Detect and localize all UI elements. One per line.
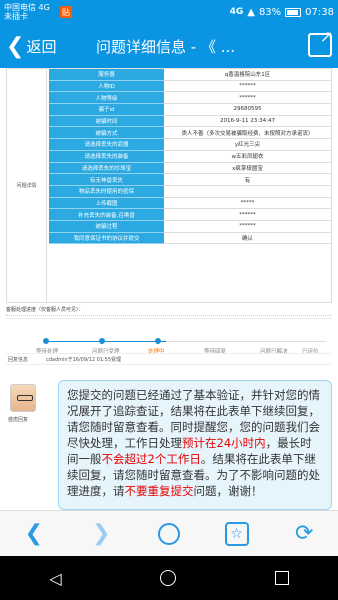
table-row: 物品丢失时使用的密保 — [49, 185, 331, 198]
carrier-label: 中国电信 4G — [4, 3, 50, 12]
table-row: 服务器 q香温格院山东1区 — [49, 69, 331, 81]
progress-dot — [99, 338, 105, 344]
row-key: 我同意保证书的协议并提交 — [49, 232, 164, 245]
row-key: 人物ID — [49, 80, 164, 93]
browser-toolbar: ❮ ❯ ☆ ⟳ — [0, 510, 338, 556]
table-row: 请选择丢失的装备 w五彩凤翅衣 — [49, 150, 331, 163]
row-value: 确认 — [164, 233, 331, 245]
row-key: 上传截图 — [49, 197, 164, 210]
carrier-info: 中国电信 4G 未插卡 — [4, 3, 50, 21]
info-table-wrapper: 问题详情 服务器 q香温格院山东1区 人物ID ****** 人物等级 ****** 骗子i… — [6, 68, 332, 303]
table-row: 骗子id 29680595 — [49, 104, 331, 116]
row-key: 请选择丢失的装备 — [49, 150, 164, 163]
table-row: 上传截图 ***** — [49, 197, 331, 210]
msg-part-5: 问题，谢谢！ — [193, 484, 263, 498]
msg-highlight-3: 不要重复提交 — [124, 484, 194, 498]
table-row: 我同意保证书的协议并提交 确认 — [49, 232, 331, 245]
row-value: 类人不善（多次交易被骗取经费、未按照对方承诺流） — [164, 127, 331, 140]
progress-line-done — [46, 341, 166, 342]
table-row: 被骗方式 类人不善（多次交易被骗取经费、未按照对方承诺流） — [49, 127, 331, 140]
row-key: 人物等级 — [49, 92, 164, 105]
star-icon[interactable]: ☆ — [203, 511, 271, 556]
nav-bar: ❮ 返回 问题详细信息 - 《 ... — [0, 24, 338, 68]
chevron-right-icon[interactable]: ❯ — [68, 511, 136, 556]
notification-badge: 贴 — [59, 6, 72, 18]
info-table: 服务器 q香温格院山东1区 人物ID ****** 人物等级 ****** 骗子id 2968… — [49, 69, 331, 245]
table-row: 补充丢失的装备,召唤兽 ****** — [49, 209, 331, 221]
row-value: ***** — [164, 198, 331, 210]
row-value: y红光三尖 — [164, 139, 331, 151]
clock: 07:38 — [305, 6, 334, 18]
row-value: 2016-9-11 23:34:47 — [164, 116, 331, 128]
row-value: 29680595 — [164, 104, 331, 116]
message-block: 盛唐回复 您提交的问题已经通过了基本验证，并针对您的情况展开了追踪查证，结果将在… — [6, 380, 332, 510]
search-comment-icon[interactable] — [135, 511, 203, 556]
back-button[interactable]: ❮ 返回 — [0, 34, 56, 59]
reply-label: 回复信息 — [8, 356, 29, 363]
reply-text: cdadmin于16/09/12 01:55受理 — [46, 356, 122, 363]
row-key: 物品丢失时使用的密保 — [49, 185, 164, 198]
progress-section-label: 客服处理进度（仅客服人员可见）： — [6, 306, 332, 316]
row-key: 被骗时间 — [49, 115, 164, 128]
avatar-name: 盛唐回复 — [8, 417, 29, 423]
web-content[interactable]: 问题详情 服务器 q香温格院山东1区 人物ID ****** 人物等级 ****** 骗子i… — [0, 68, 338, 510]
row-value: ****** — [164, 221, 331, 233]
row-value: ****** — [164, 81, 331, 93]
chevron-left-icon[interactable]: ❮ — [0, 511, 68, 556]
msg-highlight-2: 不会超过2个工作日 — [101, 452, 201, 466]
row-key: 请选择丢失的武器 — [49, 139, 164, 151]
table-row: 有无神兽丢失有 — [49, 174, 331, 186]
row-value — [164, 186, 331, 198]
row-key: 服务器 — [49, 69, 164, 81]
system-recents-icon[interactable] — [274, 571, 289, 585]
table-row: 请选择丢失的武器 y红光三尖 — [49, 139, 331, 151]
battery-icon — [285, 7, 302, 17]
row-value: w五彩凤翅衣 — [164, 151, 331, 163]
row-key: 骗子id — [49, 104, 164, 116]
row-value: x疯掌极圆宝 — [164, 163, 331, 175]
row-key: 补充丢失的装备,召唤兽 — [49, 209, 164, 221]
system-nav-bar: ◁ — [0, 556, 338, 600]
table-row: 人物等级 ****** — [49, 92, 331, 105]
chevron-left-icon: ❮ — [6, 33, 25, 59]
progress-dot — [43, 338, 49, 344]
share-icon[interactable] — [308, 27, 333, 57]
system-home-icon[interactable] — [160, 570, 177, 586]
section-label: 问题详情 — [7, 69, 47, 302]
row-key: 被骗过程 — [49, 220, 164, 233]
row-value: ****** — [164, 209, 331, 221]
table-row: 人物ID ****** — [49, 80, 331, 93]
table-row: 被骗过程 ****** — [49, 220, 331, 233]
row-value: ****** — [164, 92, 331, 105]
back-label: 返回 — [26, 37, 57, 56]
signal-icon: ▲ — [247, 6, 255, 18]
message-bubble: 您提交的问题已经通过了基本验证，并针对您的情况展开了追踪查证，结果将在此表单下继… — [58, 380, 332, 510]
network-type: 4G — [229, 7, 244, 17]
battery-percent: 83% — [258, 6, 282, 18]
row-value: q香温格院山东1区 — [164, 69, 331, 81]
msg-highlight-1: 预计在24小时内 — [182, 436, 266, 450]
avatar — [10, 384, 36, 412]
row-key: 有无神兽丢失 — [49, 174, 164, 186]
table-row: 被骗时间 2016-9-11 23:34:47 — [49, 115, 331, 128]
row-key: 请选择丢失的珍珠宝 — [49, 162, 164, 175]
system-back-icon[interactable]: ◁ — [49, 569, 61, 588]
reply-info-row: 回复信息 cdadmin于16/09/12 01:55受理 — [6, 353, 332, 365]
table-row: 请选择丢失的珍珠宝 x疯掌极圆宝 — [49, 162, 331, 175]
progress-dot — [155, 338, 161, 344]
row-key: 被骗方式 — [49, 127, 164, 140]
refresh-icon[interactable]: ⟳ — [270, 511, 338, 556]
status-bar: 中国电信 4G 未插卡 贴 4G ▲ 83% 07:38 — [0, 0, 338, 24]
row-value: 有 — [164, 174, 331, 186]
page-title: 问题详细信息 - 《 ... — [96, 37, 236, 56]
sim-status: 未插卡 — [4, 12, 28, 21]
